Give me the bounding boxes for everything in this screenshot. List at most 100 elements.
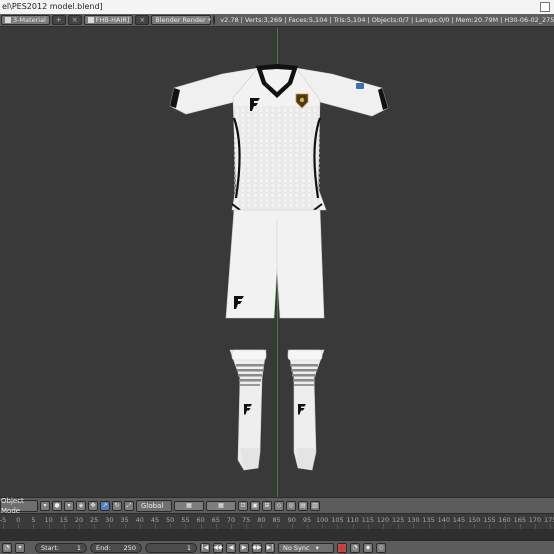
ruler-tick-label: 160 xyxy=(498,516,511,524)
ruler-tick-label: 135 xyxy=(422,516,435,524)
shorts xyxy=(225,209,325,319)
ruler-tick-label: 170 xyxy=(528,516,542,524)
object-name-label: FHB-HAIR] xyxy=(95,16,130,24)
keyframe-insert-icon[interactable]: ◆ xyxy=(363,542,373,553)
end-frame-field[interactable]: End: 250 xyxy=(90,542,142,553)
view3d-header: Object Mode ▾ ● ▾ ◈ ✥ ↗ ↻ ⤢ Global ▦ ▦ ⊡… xyxy=(0,497,554,515)
keying-set-icon[interactable]: ◔ xyxy=(350,542,360,553)
chevron-down-icon[interactable]: ▾ xyxy=(15,542,25,553)
render-layer-icon[interactable]: ▣ xyxy=(250,500,260,511)
layer-grid-icon[interactable]: ▦ xyxy=(206,500,236,511)
ruler-tick-label: 30 xyxy=(105,516,114,524)
ruler-tick-label: 85 xyxy=(272,516,281,524)
window-title-bar: el\PES2012 model.blend] xyxy=(0,0,554,14)
object-close-button[interactable]: × xyxy=(135,15,150,25)
prev-keyframe-icon[interactable]: ◀◆ xyxy=(213,542,223,553)
lock-icon[interactable]: ⊡ xyxy=(238,500,248,511)
manipulator-toggle-icon[interactable]: ✥ xyxy=(88,500,98,511)
sync-select[interactable]: No Sync ▾ xyxy=(278,542,334,553)
layer-grid-icon[interactable]: ▦ xyxy=(174,500,204,511)
ruler-tick-label: 150 xyxy=(467,516,481,524)
chevron-down-icon: ▾ xyxy=(207,16,212,24)
ruler-tick-label: 90 xyxy=(287,516,296,524)
chevron-down-icon[interactable]: ▾ xyxy=(40,500,50,511)
ruler-tick-label: 35 xyxy=(120,516,129,524)
end-label: End: xyxy=(96,543,111,552)
ruler-tick-label: 70 xyxy=(226,516,236,524)
next-keyframe-icon[interactable]: ◆▶ xyxy=(252,542,262,553)
play-reverse-icon[interactable]: ◀ xyxy=(226,542,236,553)
snap-icon[interactable]: ⊞ xyxy=(262,500,272,511)
timeline-ruler[interactable]: -5 0 5 10 15 20 25 30 35 40 45 50 55 60 65 70 75 80 85 90 95… xyxy=(0,513,554,530)
ruler-tick-label: 45 xyxy=(150,516,160,524)
plus-icon: + xyxy=(55,16,62,24)
start-frame-field[interactable]: Start: 1 xyxy=(35,542,87,553)
record-dot xyxy=(338,543,346,552)
timeline-area[interactable] xyxy=(0,529,554,540)
ruler-tick-label: 80 xyxy=(257,516,266,524)
ruler-tick-label: 75 xyxy=(242,516,251,524)
window-title: el\PES2012 model.blend] xyxy=(2,2,103,11)
ruler-tick-label: 10 xyxy=(44,516,53,524)
blender-logo-icon xyxy=(213,15,216,25)
ruler-tick-label: 145 xyxy=(452,516,466,524)
object-icon xyxy=(87,17,94,23)
ruler-tick-label: 155 xyxy=(483,516,496,524)
right-sock xyxy=(287,349,325,471)
ruler-tick-label: 140 xyxy=(437,516,451,524)
current-frame-field[interactable]: 1 xyxy=(145,542,197,553)
editor-type-icon[interactable]: ◔ xyxy=(2,542,12,553)
render-engine-select[interactable]: Blender Render ▾ xyxy=(151,15,212,25)
ruler-tick-label: 20 xyxy=(74,516,84,524)
ruler-tick-label: 105 xyxy=(331,516,344,524)
ruler-tick-label: 0 xyxy=(16,516,21,524)
3d-viewport[interactable] xyxy=(0,28,554,497)
proportional-icon[interactable]: ◎ xyxy=(286,500,296,511)
jump-start-icon[interactable]: |◀ xyxy=(200,542,210,553)
pivot-icon[interactable]: ◈ xyxy=(76,500,86,511)
material-add-button[interactable]: + xyxy=(51,15,66,25)
mode-select[interactable]: Object Mode xyxy=(0,497,38,515)
sleeve-badge-icon xyxy=(356,83,364,89)
ruler-tick-label: 115 xyxy=(361,516,375,524)
socks xyxy=(229,349,325,471)
material-icon xyxy=(5,17,11,23)
window-icon[interactable] xyxy=(540,2,550,12)
jump-end-icon[interactable]: ▶| xyxy=(265,542,275,553)
chevron-down-icon[interactable]: ▾ xyxy=(64,500,74,511)
close-icon: × xyxy=(139,16,146,24)
close-icon: × xyxy=(71,16,78,24)
ruler-tick-label: 15 xyxy=(59,516,68,524)
ruler-tick-label: 120 xyxy=(376,516,390,524)
snap-target-icon[interactable]: ◇ xyxy=(274,500,284,511)
ruler-tick-label: 40 xyxy=(135,516,144,524)
ruler-tick-label: 60 xyxy=(196,516,205,524)
kit-model xyxy=(169,64,389,471)
play-icon[interactable]: ▶ xyxy=(239,542,249,553)
keyframe-delete-icon[interactable]: ◇ xyxy=(376,542,386,553)
rotate-icon[interactable]: ↻ xyxy=(112,500,122,511)
chevron-down-icon: ▾ xyxy=(315,543,319,552)
material-close-button[interactable]: × xyxy=(67,15,82,25)
render-engine-label: Blender Render xyxy=(155,16,206,24)
start-value: 1 xyxy=(76,543,81,552)
info-header: 3-Material + × FHB-HAIR] × Blender Rende… xyxy=(0,14,554,27)
ruler-tick-label: 25 xyxy=(90,516,99,524)
object-selector[interactable]: FHB-HAIR] xyxy=(83,15,134,25)
record-icon[interactable] xyxy=(337,542,347,553)
orientation-label: Global xyxy=(141,501,164,510)
orientation-select[interactable]: Global xyxy=(136,499,172,512)
scale-icon[interactable]: ⤢ xyxy=(124,500,134,511)
opengl-render-icon[interactable]: ▤ xyxy=(298,500,308,511)
ruler-tick-label: 125 xyxy=(391,516,405,524)
ruler-tick-label: 65 xyxy=(211,516,220,524)
ruler-tick-label: 130 xyxy=(407,516,420,524)
material-selector[interactable]: 3-Material xyxy=(1,15,50,25)
ruler-tick-label: 95 xyxy=(302,516,312,524)
solid-sphere-icon[interactable]: ● xyxy=(52,500,62,511)
scene-stats: v2.78 | Verts:3,269 | Faces:5,104 | Tris… xyxy=(220,16,554,24)
ruler-tick-label: 55 xyxy=(181,516,190,524)
translate-icon[interactable]: ↗ xyxy=(100,500,110,511)
material-slot-label: 3-Material xyxy=(13,16,46,24)
camera-icon[interactable]: ▥ xyxy=(310,500,320,511)
